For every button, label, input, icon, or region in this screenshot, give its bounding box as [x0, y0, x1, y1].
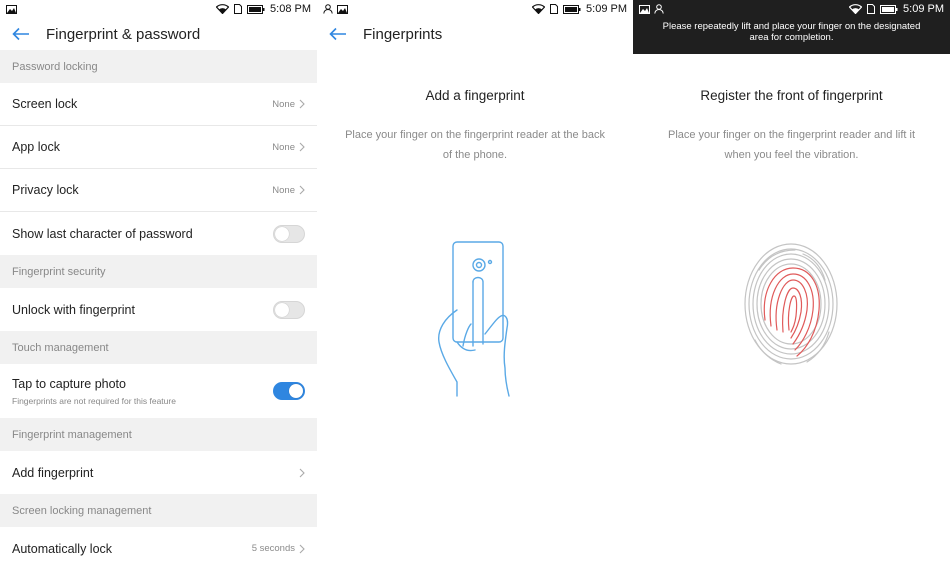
tap-to-capture-row: Tap to capture photo Fingerprints are no… — [0, 364, 317, 418]
add-fingerprint-description: Place your finger on the fingerprint rea… — [345, 129, 605, 161]
privacy-lock-row[interactable]: Privacy lock None — [0, 169, 317, 212]
app-lock-value: None — [272, 141, 295, 153]
unlock-with-fingerprint-row: Unlock with fingerprint — [0, 288, 317, 331]
section-header-password-locking: Password locking — [0, 50, 317, 83]
back-arrow-icon — [329, 27, 346, 41]
instruction-toast: 5:09 PM Please repeatedly lift and place… — [633, 0, 950, 54]
app-bar: Fingerprints — [317, 18, 633, 50]
chevron-right-icon — [299, 544, 305, 553]
chevron-right-icon — [299, 142, 305, 152]
page-title: Fingerprint & password — [46, 25, 201, 43]
show-last-character-label: Show last character of password — [12, 226, 193, 241]
app-lock-label: App lock — [12, 140, 60, 154]
sim-icon — [550, 4, 559, 14]
phone-hand-icon — [438, 241, 510, 397]
battery-icon — [563, 4, 581, 14]
add-fingerprint-row[interactable]: Add fingerprint — [0, 451, 317, 494]
status-bar: 5:09 PM — [317, 0, 633, 18]
section-header-screen-locking-management: Screen locking management — [0, 494, 317, 527]
automatically-lock-value: 5 seconds — [251, 543, 295, 554]
fingerprint-icon — [744, 243, 838, 365]
section-header-fingerprint-management: Fingerprint management — [0, 418, 317, 451]
tap-to-capture-label: Tap to capture photo — [12, 376, 126, 391]
privacy-lock-label: Privacy lock — [12, 183, 79, 197]
status-time: 5:09 PM — [903, 3, 944, 15]
tap-to-capture-subtitle: Fingerprints are not required for this f… — [12, 395, 176, 406]
privacy-lock-value: None — [272, 184, 295, 196]
settings-screen: 5:08 PM Fingerprint & password Password … — [0, 0, 317, 562]
image-icon — [6, 4, 17, 14]
status-bar: 5:08 PM — [0, 0, 317, 18]
register-fingerprint-screen: 5:09 PM Please repeatedly lift and place… — [633, 0, 950, 562]
back-button[interactable] — [327, 23, 349, 45]
person-icon — [323, 4, 333, 14]
chevron-right-icon — [299, 185, 305, 195]
page-title: Fingerprints — [363, 25, 443, 43]
screen-lock-label: Screen lock — [12, 97, 78, 111]
chevron-right-icon — [299, 468, 305, 477]
register-fingerprint-heading: Register the front of fingerprint — [700, 88, 883, 103]
show-last-character-row: Show last character of password — [0, 212, 317, 255]
wifi-icon — [849, 4, 863, 14]
screen-lock-row[interactable]: Screen lock None — [0, 83, 317, 126]
status-time: 5:08 PM — [270, 3, 311, 15]
battery-icon — [247, 4, 265, 14]
image-icon — [639, 4, 650, 14]
section-header-touch-management: Touch management — [0, 331, 317, 364]
chevron-right-icon — [299, 99, 305, 109]
sim-icon — [234, 4, 243, 14]
status-bar: 5:09 PM — [633, 0, 950, 18]
automatically-lock-label: Automatically lock — [12, 541, 113, 556]
sim-icon — [867, 4, 876, 14]
automatically-lock-row[interactable]: Automatically lock 5 seconds — [0, 527, 317, 562]
back-arrow-icon — [12, 27, 29, 41]
toast-message: Please repeatedly lift and place your fi… — [662, 21, 921, 43]
add-fingerprint-screen: 5:09 PM Fingerprints Add a fingerprint P… — [317, 0, 633, 562]
add-fingerprint-heading: Add a fingerprint — [425, 88, 525, 103]
show-last-character-toggle[interactable] — [273, 224, 305, 243]
unlock-with-fingerprint-toggle[interactable] — [273, 300, 305, 319]
screen-lock-value: None — [272, 98, 295, 110]
wifi-icon — [216, 4, 230, 14]
wifi-icon — [532, 4, 546, 14]
app-lock-row[interactable]: App lock None — [0, 126, 317, 169]
battery-icon — [880, 4, 898, 14]
add-fingerprint-label: Add fingerprint — [12, 465, 94, 480]
tap-to-capture-toggle[interactable] — [273, 382, 305, 400]
register-fingerprint-description: Place your finger on the fingerprint rea… — [667, 129, 916, 161]
section-header-fingerprint-security: Fingerprint security — [0, 255, 317, 288]
person-icon — [654, 4, 664, 14]
unlock-with-fingerprint-label: Unlock with fingerprint — [12, 302, 135, 317]
app-bar: Fingerprint & password — [0, 18, 317, 50]
back-button[interactable] — [10, 23, 32, 45]
status-time: 5:09 PM — [586, 3, 627, 15]
image-icon — [337, 4, 348, 14]
